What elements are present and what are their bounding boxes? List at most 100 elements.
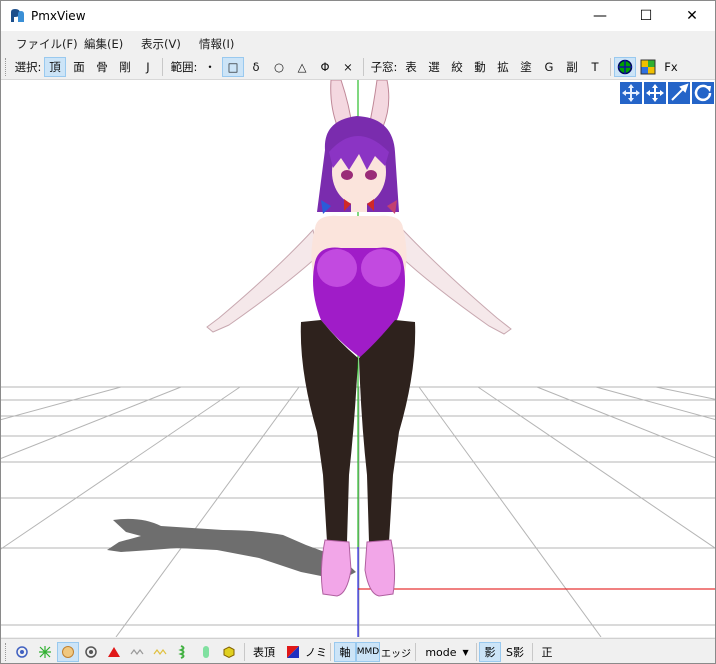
- red-triangle-icon: [108, 647, 120, 657]
- soft-display-button[interactable]: [149, 642, 171, 662]
- rotate-arrows-icon: [620, 82, 642, 104]
- range-delta-button[interactable]: δ: [245, 57, 267, 77]
- normals-icon: [39, 646, 51, 658]
- minimize-button[interactable]: —: [577, 1, 623, 31]
- child-window-label: 子窓:: [370, 60, 398, 74]
- fx-button[interactable]: Fx: [660, 57, 682, 77]
- rotate-view-button[interactable]: [620, 82, 642, 104]
- toolbar: 選択: 頂 面 骨 剛 J 範囲: ・ □ δ ○ △ Φ × 子窓: 表 選 …: [1, 55, 715, 80]
- pmxview-app-icon: [11, 9, 24, 22]
- morph-display-button[interactable]: [172, 642, 194, 662]
- self-shadow-toggle-button[interactable]: S影: [503, 642, 527, 662]
- menu-bar: ファイル(F) 編集(E) 表示(V) 情報(I): [1, 32, 715, 54]
- menu-file[interactable]: ファイル(F): [16, 36, 78, 52]
- wave-icon: [130, 649, 144, 655]
- pan-view-button[interactable]: [644, 82, 666, 104]
- range-point-button[interactable]: ・: [199, 57, 221, 77]
- select-bone-button[interactable]: 骨: [91, 57, 113, 77]
- toolbar-separator: [610, 58, 611, 76]
- mesh-icon: [62, 646, 74, 658]
- menu-info[interactable]: 情報(I): [199, 36, 234, 52]
- green-spring-icon: [178, 645, 185, 659]
- close-icon: ✕: [686, 8, 698, 24]
- range-triangle-button[interactable]: △: [291, 57, 313, 77]
- select-rigid-button[interactable]: 剛: [114, 57, 136, 77]
- toolbar-separator: [363, 58, 364, 76]
- color-display-button[interactable]: [282, 642, 304, 662]
- child-filter-button[interactable]: 絞: [446, 57, 468, 77]
- yellow-cube-icon: [223, 646, 235, 659]
- toolbar-grip[interactable]: [5, 58, 9, 76]
- mesh-display-button[interactable]: [57, 642, 79, 662]
- maximize-button[interactable]: ☐: [623, 1, 669, 31]
- child-g-button[interactable]: G: [538, 57, 560, 77]
- front-view-button[interactable]: 正: [536, 642, 558, 662]
- mmd-toggle-button[interactable]: MMD: [356, 642, 380, 662]
- normal-display-button[interactable]: [34, 642, 56, 662]
- select-face-button[interactable]: 面: [68, 57, 90, 77]
- range-label: 範囲:: [170, 60, 198, 74]
- minimize-icon: —: [593, 8, 607, 24]
- child-sub-button[interactable]: 副: [561, 57, 583, 77]
- color-square-icon: [287, 646, 299, 658]
- zoom-arrow-icon: [668, 82, 690, 104]
- child-move-button[interactable]: 動: [469, 57, 491, 77]
- reset-view-button[interactable]: [692, 82, 714, 104]
- hyouchou-button[interactable]: 表頂: [248, 642, 280, 662]
- crosshair-icon: [617, 59, 633, 75]
- select-label: 選択:: [14, 60, 42, 74]
- scene-canvas[interactable]: [1, 80, 715, 637]
- window-title: PmxView: [31, 9, 86, 23]
- vertex-display-button[interactable]: [11, 642, 33, 662]
- capsule-display-button[interactable]: [195, 642, 217, 662]
- child-select-button[interactable]: 選: [423, 57, 445, 77]
- cube-display-button[interactable]: [218, 642, 240, 662]
- select-joint-button[interactable]: J: [137, 57, 159, 77]
- mode-dropdown-label: mode: [425, 645, 457, 659]
- toolbar-separator: [330, 643, 331, 661]
- axis-toggle-button[interactable]: 軸: [334, 642, 356, 662]
- mode-dropdown[interactable]: mode ▼: [421, 642, 473, 662]
- rigid-display-button[interactable]: [103, 642, 125, 662]
- bottom-toolbar: 表頂 ノミ 軸 MMD エッジ mode ▼ 影 S影 正: [1, 638, 715, 663]
- move-arrows-icon: [644, 82, 666, 104]
- joint-display-button[interactable]: [126, 642, 148, 662]
- select-vertex-button[interactable]: 頂: [44, 57, 66, 77]
- toolbar-separator: [476, 643, 477, 661]
- edge-toggle-button[interactable]: エッジ: [381, 642, 411, 662]
- toolbar-separator: [415, 643, 416, 661]
- character-shadow: [107, 518, 356, 580]
- range-clear-button[interactable]: ×: [337, 57, 359, 77]
- child-paint-button[interactable]: 塗: [515, 57, 537, 77]
- toolbar-separator: [244, 643, 245, 661]
- bone-circle-icon: [85, 646, 97, 658]
- zoom-view-button[interactable]: [668, 82, 690, 104]
- menu-view[interactable]: 表示(V): [141, 36, 181, 52]
- grid-view-button[interactable]: [637, 57, 659, 77]
- toolbar-grip[interactable]: [5, 643, 9, 661]
- chevron-down-icon: ▼: [462, 647, 469, 657]
- shadow-toggle-button[interactable]: 影: [479, 642, 501, 662]
- child-t-button[interactable]: T: [584, 57, 606, 77]
- app-window: PmxView — ☐ ✕ ファイル(F) 編集(E) 表示(V) 情報(I) …: [0, 0, 716, 664]
- 3d-viewport[interactable]: [1, 80, 715, 637]
- grid-icon: [640, 59, 656, 75]
- close-button[interactable]: ✕: [669, 1, 715, 31]
- refresh-icon: [692, 82, 714, 104]
- child-table-button[interactable]: 表: [400, 57, 422, 77]
- green-capsule-icon: [203, 646, 209, 658]
- title-bar: PmxView — ☐ ✕: [1, 1, 715, 31]
- range-circle-button[interactable]: ○: [268, 57, 290, 77]
- toolbar-separator: [532, 643, 533, 661]
- crosshair-view-button[interactable]: [614, 57, 636, 77]
- vertex-dot-icon: [16, 646, 28, 658]
- bone-display-button[interactable]: [80, 642, 102, 662]
- yellow-wave-icon: [153, 649, 167, 655]
- nomi-button[interactable]: ノミ: [305, 642, 327, 662]
- child-scale-button[interactable]: 拡: [492, 57, 514, 77]
- menu-edit[interactable]: 編集(E): [84, 36, 123, 52]
- range-phi-button[interactable]: Φ: [314, 57, 336, 77]
- range-rect-button[interactable]: □: [222, 57, 244, 77]
- maximize-icon: ☐: [639, 8, 653, 24]
- toolbar-separator: [162, 58, 163, 76]
